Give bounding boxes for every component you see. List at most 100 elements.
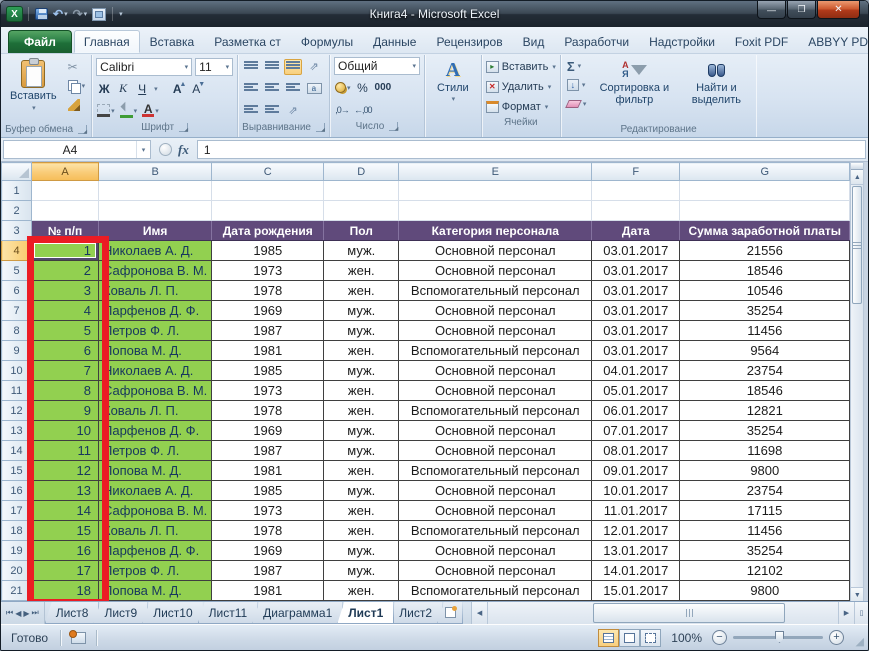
data-cell[interactable]: жен.	[324, 521, 399, 541]
sheet-tab-Лист10[interactable]: Лист10	[142, 602, 203, 624]
last-sheet-icon[interactable]: ⏭	[32, 608, 39, 618]
data-cell[interactable]: Основной персонал	[399, 481, 592, 501]
data-cell[interactable]: 03.01.2017	[592, 241, 680, 261]
table-header-cell[interactable]: Дата рождения	[212, 221, 324, 241]
data-cell[interactable]: 1985	[212, 361, 324, 381]
row-header-20[interactable]: 20	[2, 561, 32, 581]
data-cell[interactable]: 15	[32, 521, 99, 541]
data-cell[interactable]: 14.01.2017	[592, 561, 680, 581]
ribbon-tab[interactable]: Формулы	[291, 30, 363, 53]
sheet-tab-Лист2[interactable]: Лист2	[388, 602, 443, 624]
row-header-7[interactable]: 7	[2, 301, 32, 321]
data-cell[interactable]: 17	[32, 561, 99, 581]
data-cell[interactable]: Николаев А. Д.	[99, 481, 212, 501]
data-cell[interactable]: 1985	[212, 481, 324, 501]
data-cell[interactable]: 04.01.2017	[592, 361, 680, 381]
data-cell[interactable]: Вспомогательный персонал	[399, 341, 592, 361]
zoom-slider[interactable]	[733, 636, 823, 639]
zoom-slider-thumb[interactable]	[775, 631, 784, 643]
tab-split-handle[interactable]: ▯	[854, 602, 868, 624]
cut-button[interactable]: ✂	[66, 59, 88, 75]
data-cell[interactable]: Парфенов Д. Ф.	[99, 541, 212, 561]
paste-button[interactable]: Вставить ▾	[5, 57, 62, 115]
row-header-6[interactable]: 6	[2, 281, 32, 301]
data-cell[interactable]: муж.	[324, 321, 399, 341]
data-cell[interactable]: 1969	[212, 541, 324, 561]
data-cell[interactable]: 18546	[680, 261, 850, 281]
data-cell[interactable]: Попова М. Д.	[99, 461, 212, 481]
minimize-button[interactable]: —	[757, 1, 786, 19]
sheet-tab-Диаграмма1[interactable]: Диаграмма1	[252, 602, 343, 624]
table-header-cell[interactable]: Категория персонала	[399, 221, 592, 241]
dialog-launcher-icon[interactable]	[389, 122, 398, 131]
data-cell[interactable]: 14	[32, 501, 99, 521]
data-cell[interactable]: Вспомогательный персонал	[399, 461, 592, 481]
normal-view-button[interactable]	[598, 629, 619, 647]
align-left-button[interactable]	[242, 81, 260, 97]
row-header-11[interactable]: 11	[2, 381, 32, 401]
empty-cell[interactable]	[212, 181, 324, 201]
data-cell[interactable]: 1973	[212, 501, 324, 521]
insert-function-button[interactable]: fx	[178, 142, 189, 158]
name-box[interactable]: A4 ▾	[3, 140, 151, 159]
data-cell[interactable]: 1985	[212, 241, 324, 261]
data-cell[interactable]: Петров Ф. Л.	[99, 441, 212, 461]
row-header-19[interactable]: 19	[2, 541, 32, 561]
data-cell[interactable]: 1973	[212, 381, 324, 401]
zoom-in-button[interactable]: +	[829, 630, 844, 645]
ribbon-tab[interactable]: Главная	[74, 30, 140, 53]
data-cell[interactable]: Основной персонал	[399, 321, 592, 341]
row-header-5[interactable]: 5	[2, 261, 32, 281]
data-cell[interactable]: 12	[32, 461, 99, 481]
data-cell[interactable]: Парфенов Д. Ф.	[99, 421, 212, 441]
dialog-launcher-icon[interactable]	[179, 123, 188, 132]
data-cell[interactable]: жен.	[324, 261, 399, 281]
data-cell[interactable]: 18546	[680, 381, 850, 401]
align-top-button[interactable]	[242, 59, 260, 75]
column-header-G[interactable]: G	[680, 163, 850, 181]
ribbon-tab[interactable]: Рецензиров	[426, 30, 512, 53]
scroll-down-icon[interactable]: ▼	[851, 587, 863, 601]
ribbon-tab[interactable]: Разработчи	[554, 30, 639, 53]
ribbon-tab[interactable]: Foxit PDF	[725, 30, 798, 53]
grow-font-button[interactable]: А▲	[172, 81, 188, 97]
data-cell[interactable]: 2	[32, 261, 99, 281]
empty-cell[interactable]	[32, 181, 99, 201]
data-cell[interactable]: Основной персонал	[399, 541, 592, 561]
dialog-launcher-icon[interactable]	[78, 125, 87, 134]
data-cell[interactable]: 10	[32, 421, 99, 441]
scroll-right-icon[interactable]: ▶	[838, 602, 854, 624]
data-cell[interactable]: Вспомогательный персонал	[399, 281, 592, 301]
sheet-tab-Лист9[interactable]: Лист9	[93, 602, 148, 624]
borders-button[interactable]: ▾	[96, 103, 116, 119]
vertical-scroll-track[interactable]	[851, 305, 863, 587]
comma-style-button[interactable]: 000	[374, 80, 393, 96]
row-header-17[interactable]: 17	[2, 501, 32, 521]
sheet-tab-Лист1[interactable]: Лист1	[337, 602, 394, 624]
ribbon-tab[interactable]: Данные	[363, 30, 426, 53]
data-cell[interactable]: 15.01.2017	[592, 581, 680, 601]
data-cell[interactable]: 1978	[212, 401, 324, 421]
data-cell[interactable]: Попова М. Д.	[99, 341, 212, 361]
column-header-B[interactable]: B	[99, 163, 212, 181]
cancel-entry-icon[interactable]	[159, 143, 172, 156]
data-cell[interactable]: 23754	[680, 361, 850, 381]
data-cell[interactable]: муж.	[324, 361, 399, 381]
macro-record-icon[interactable]	[71, 632, 86, 644]
table-header-cell[interactable]: Имя	[99, 221, 212, 241]
data-cell[interactable]: Основной персонал	[399, 421, 592, 441]
insert-cells-button[interactable]: Вставить▾	[486, 58, 556, 75]
data-cell[interactable]: 03.01.2017	[592, 301, 680, 321]
chevron-down-icon[interactable]: ▾	[136, 141, 150, 158]
row-header-14[interactable]: 14	[2, 441, 32, 461]
ribbon-tab[interactable]: ABBYY PDF T	[798, 30, 869, 53]
ribbon-tab[interactable]: Вставка	[140, 30, 205, 53]
data-cell[interactable]: 08.01.2017	[592, 441, 680, 461]
data-cell[interactable]: жен.	[324, 501, 399, 521]
data-cell[interactable]: 5	[32, 321, 99, 341]
data-cell[interactable]: 1987	[212, 561, 324, 581]
empty-cell[interactable]	[212, 201, 324, 221]
font-name-combo[interactable]: Calibri▾	[96, 58, 192, 76]
data-cell[interactable]: 12102	[680, 561, 850, 581]
data-cell[interactable]: Основной персонал	[399, 261, 592, 281]
